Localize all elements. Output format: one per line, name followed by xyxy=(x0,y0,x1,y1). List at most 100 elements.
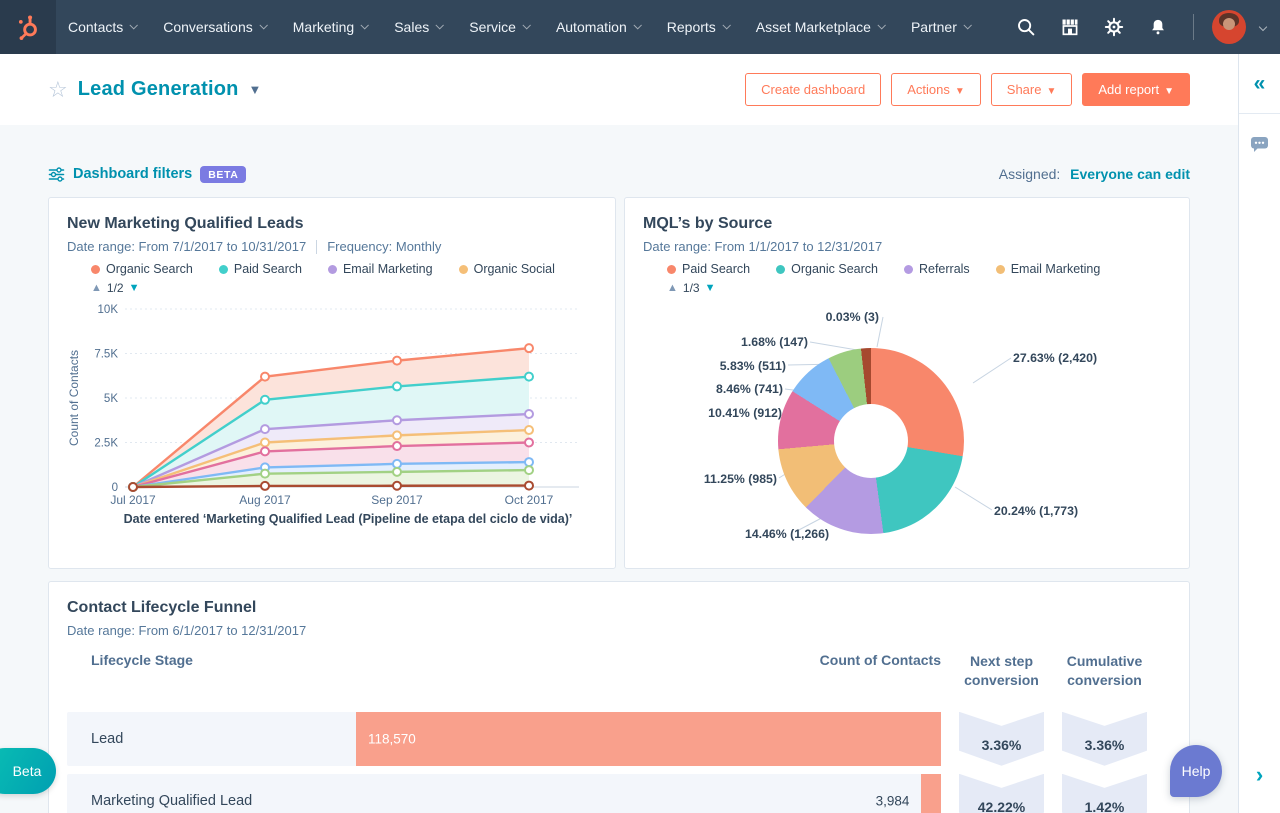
header-actions: Create dashboard Actions ▼ Share ▼ Add rep… xyxy=(745,73,1190,106)
legend-item[interactable]: Paid Search xyxy=(667,262,750,276)
notifications-icon[interactable] xyxy=(1141,10,1175,44)
chevron-down-icon xyxy=(522,20,531,30)
favorite-star-icon[interactable]: ☆ xyxy=(48,78,68,101)
data-point[interactable] xyxy=(392,381,402,392)
comments-button[interactable] xyxy=(1239,136,1280,153)
data-point[interactable] xyxy=(524,465,534,476)
beta-pill-button[interactable]: Beta xyxy=(0,748,56,794)
data-point[interactable] xyxy=(392,415,402,426)
report-subtitle: Date range: From 7/1/2017 to 10/31/2017 … xyxy=(67,239,597,254)
data-point[interactable] xyxy=(260,424,270,435)
x-axis-title: Date entered ‘Marketing Qualified Lead (… xyxy=(123,512,573,526)
stage-label: Marketing Qualified Lead xyxy=(91,792,253,809)
svg-text:Oct 2017: Oct 2017 xyxy=(505,493,554,507)
data-point[interactable] xyxy=(260,371,270,382)
pager-down-icon[interactable]: ▼ xyxy=(129,282,140,294)
nav-item-partner[interactable]: Partner xyxy=(911,19,972,35)
funnel-row-mql: Marketing Qualified Lead 3,984 42.22% 1.… xyxy=(67,773,1171,813)
hubspot-logo[interactable] xyxy=(0,0,56,54)
create-dashboard-button[interactable]: Create dashboard xyxy=(745,73,882,106)
pie-slice-label: 14.46% (1,266) xyxy=(745,527,830,541)
donut-ring[interactable] xyxy=(778,348,964,534)
data-point[interactable] xyxy=(392,430,402,441)
data-point[interactable] xyxy=(260,468,270,479)
pager-page: 1/2 xyxy=(106,281,124,295)
data-point[interactable] xyxy=(524,371,534,382)
data-point[interactable] xyxy=(524,437,534,448)
data-point[interactable] xyxy=(524,425,534,436)
collapse-panel-button[interactable]: « xyxy=(1239,54,1280,114)
chevron-down-icon xyxy=(877,20,886,30)
report-title[interactable]: MQL’s by Source xyxy=(643,215,1171,233)
data-point[interactable] xyxy=(392,441,402,452)
help-button[interactable]: Help xyxy=(1170,745,1222,797)
funnel-bar[interactable] xyxy=(921,773,941,813)
report-title[interactable]: Contact Lifecycle Funnel xyxy=(67,599,1171,617)
page-title[interactable]: Lead Generation xyxy=(78,78,239,101)
stage-count: 3,984 xyxy=(875,793,910,809)
nav-item-conversations[interactable]: Conversations xyxy=(163,19,268,35)
data-point[interactable] xyxy=(128,482,138,492)
column-header-next-step: Next step conversion xyxy=(964,653,1039,688)
assigned-value-link[interactable]: Everyone can edit xyxy=(1070,166,1190,182)
data-point[interactable] xyxy=(260,480,270,491)
settings-icon[interactable] xyxy=(1097,10,1131,44)
data-point[interactable] xyxy=(260,437,270,448)
assigned-label: Assigned: xyxy=(998,166,1061,182)
expand-panel-button[interactable]: › xyxy=(1239,764,1280,787)
avatar[interactable] xyxy=(1212,10,1246,44)
chart-legend: Organic Search Paid Search Email Marketing… xyxy=(91,262,597,276)
chevron-down-icon[interactable] xyxy=(1258,22,1268,32)
pie-slice-label: 5.83% (511) xyxy=(719,359,786,373)
data-point[interactable] xyxy=(524,457,534,468)
data-point[interactable] xyxy=(524,343,534,354)
data-point[interactable] xyxy=(392,466,402,477)
report-title[interactable]: New Marketing Qualified Leads xyxy=(67,215,597,233)
nav-item-asset-marketplace[interactable]: Asset Marketplace xyxy=(756,19,886,35)
data-point[interactable] xyxy=(260,446,270,457)
button-label: Actions xyxy=(907,82,950,97)
column-header-lifecycle-stage: Lifecycle Stage xyxy=(91,652,193,668)
data-point[interactable] xyxy=(260,394,270,405)
nav-item-automation[interactable]: Automation xyxy=(556,19,642,35)
add-report-button[interactable]: Add report ▼ xyxy=(1082,73,1190,106)
nav-item-label: Conversations xyxy=(163,19,253,35)
share-button[interactable]: Share ▼ xyxy=(990,73,1073,106)
data-point[interactable] xyxy=(524,480,534,491)
nav-item-service[interactable]: Service xyxy=(469,19,531,35)
dashboard-filters-button[interactable]: Dashboard filters BETA xyxy=(48,165,247,183)
legend-swatch-icon xyxy=(903,264,913,274)
funnel-bar[interactable] xyxy=(356,711,941,766)
legend-item[interactable]: Email Marketing xyxy=(327,262,433,276)
pager-down-icon[interactable]: ▼ xyxy=(705,282,716,294)
hubspot-sprocket-icon xyxy=(18,14,37,40)
actions-button[interactable]: Actions ▼ xyxy=(891,73,981,106)
nav-item-marketing[interactable]: Marketing xyxy=(293,19,370,35)
chevron-down-icon[interactable]: ▼ xyxy=(249,82,262,97)
marketplace-icon[interactable] xyxy=(1053,10,1087,44)
legend-item[interactable]: Organic Social xyxy=(458,262,555,276)
data-point[interactable] xyxy=(392,480,402,491)
legend-item[interactable]: Organic Search xyxy=(776,262,878,276)
svg-text:Sep 2017: Sep 2017 xyxy=(371,493,423,507)
funnel-rows: Lead 118,570 3.36% 3.36% Marketing Quali… xyxy=(67,711,1171,813)
nav-item-reports[interactable]: Reports xyxy=(667,19,731,35)
legend-item[interactable]: Email Marketing xyxy=(995,262,1100,276)
legend-item[interactable]: Referrals xyxy=(903,262,970,276)
nav-item-sales[interactable]: Sales xyxy=(394,19,445,35)
pie-slice-label: 8.46% (741) xyxy=(716,382,783,396)
nav-item-contacts[interactable]: Contacts xyxy=(68,19,139,35)
area-chart-plot[interactable]: 02.5K5K7.5K10KJul 2017 Aug 2017 Sep 2017 Oc… xyxy=(81,297,581,509)
data-point[interactable] xyxy=(524,409,534,420)
pager-up-icon[interactable]: ▲ xyxy=(91,282,102,294)
pager-up-icon[interactable]: ▲ xyxy=(667,282,678,294)
button-label: Add report xyxy=(1098,82,1160,97)
legend-swatch-icon xyxy=(776,264,786,274)
legend-item[interactable]: Organic Search xyxy=(91,262,193,276)
data-point[interactable] xyxy=(392,458,402,469)
report-card-new-mqls: New Marketing Qualified Leads Date range… xyxy=(48,197,616,569)
donut-hole xyxy=(834,404,908,478)
legend-item[interactable]: Paid Search xyxy=(218,262,302,276)
search-icon[interactable] xyxy=(1009,10,1043,44)
data-point[interactable] xyxy=(392,355,402,366)
